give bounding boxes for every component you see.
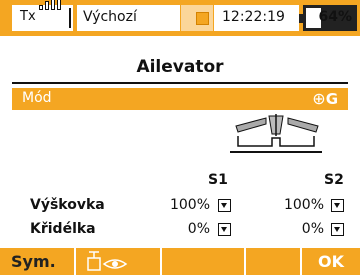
column-header-s2: S2 [324, 172, 344, 188]
tx-label: Tx [20, 9, 36, 24]
title-underline [12, 82, 348, 84]
aircraft-tail-diagram [230, 114, 322, 153]
page-title: Ailevator [136, 57, 224, 77]
globe-icon: ⊕ [312, 89, 326, 108]
dropdown-kridelka-s2[interactable] [331, 223, 344, 236]
profile-name: Výchozí [83, 9, 137, 25]
tx-signal-indicator: Tx [12, 0, 73, 31]
servo-view-button[interactable] [76, 248, 160, 275]
mode-value[interactable]: ⊕G [312, 89, 338, 108]
signal-divider [69, 8, 71, 28]
servo-eye-icon [87, 251, 128, 271]
value-kridelka-s1[interactable]: 0% [160, 221, 210, 237]
alert-square-icon [196, 12, 209, 25]
ok-button[interactable]: OK [302, 248, 360, 275]
status-bar: Tx Výchozí 12:22:19 64% [0, 0, 360, 36]
battery-icon: 64% [299, 5, 357, 31]
row-label-vyskovka: Výškovka [30, 197, 105, 213]
ok-button-label: OK [318, 252, 344, 271]
row-label-kridelka: Křidélka [30, 221, 96, 237]
value-vyskovka-s2[interactable]: 100% [274, 197, 324, 213]
profile-indicator[interactable]: Výchozí [77, 5, 180, 31]
battery-percent: 64% [318, 9, 352, 25]
mode-value-text: G [325, 90, 338, 108]
bottom-button-bar: Sym. OK [0, 246, 360, 275]
value-kridelka-s2[interactable]: 0% [274, 221, 324, 237]
dropdown-vyskovka-s1[interactable] [218, 199, 231, 212]
function-button-3[interactable] [162, 248, 244, 275]
function-button-4[interactable] [246, 248, 300, 275]
value-vyskovka-s1[interactable]: 100% [160, 197, 210, 213]
clock-time: 12:22:19 [222, 9, 285, 25]
sym-button-label: Sym. [11, 252, 56, 271]
sym-button[interactable]: Sym. [0, 248, 74, 275]
dropdown-vyskovka-s2[interactable] [331, 199, 344, 212]
dropdown-kridelka-s1[interactable] [218, 223, 231, 236]
mode-label: Mód [22, 90, 52, 106]
column-header-s1: S1 [208, 172, 228, 188]
mode-row[interactable]: Mód ⊕G [12, 88, 348, 110]
clock: 12:22:19 [214, 5, 299, 31]
